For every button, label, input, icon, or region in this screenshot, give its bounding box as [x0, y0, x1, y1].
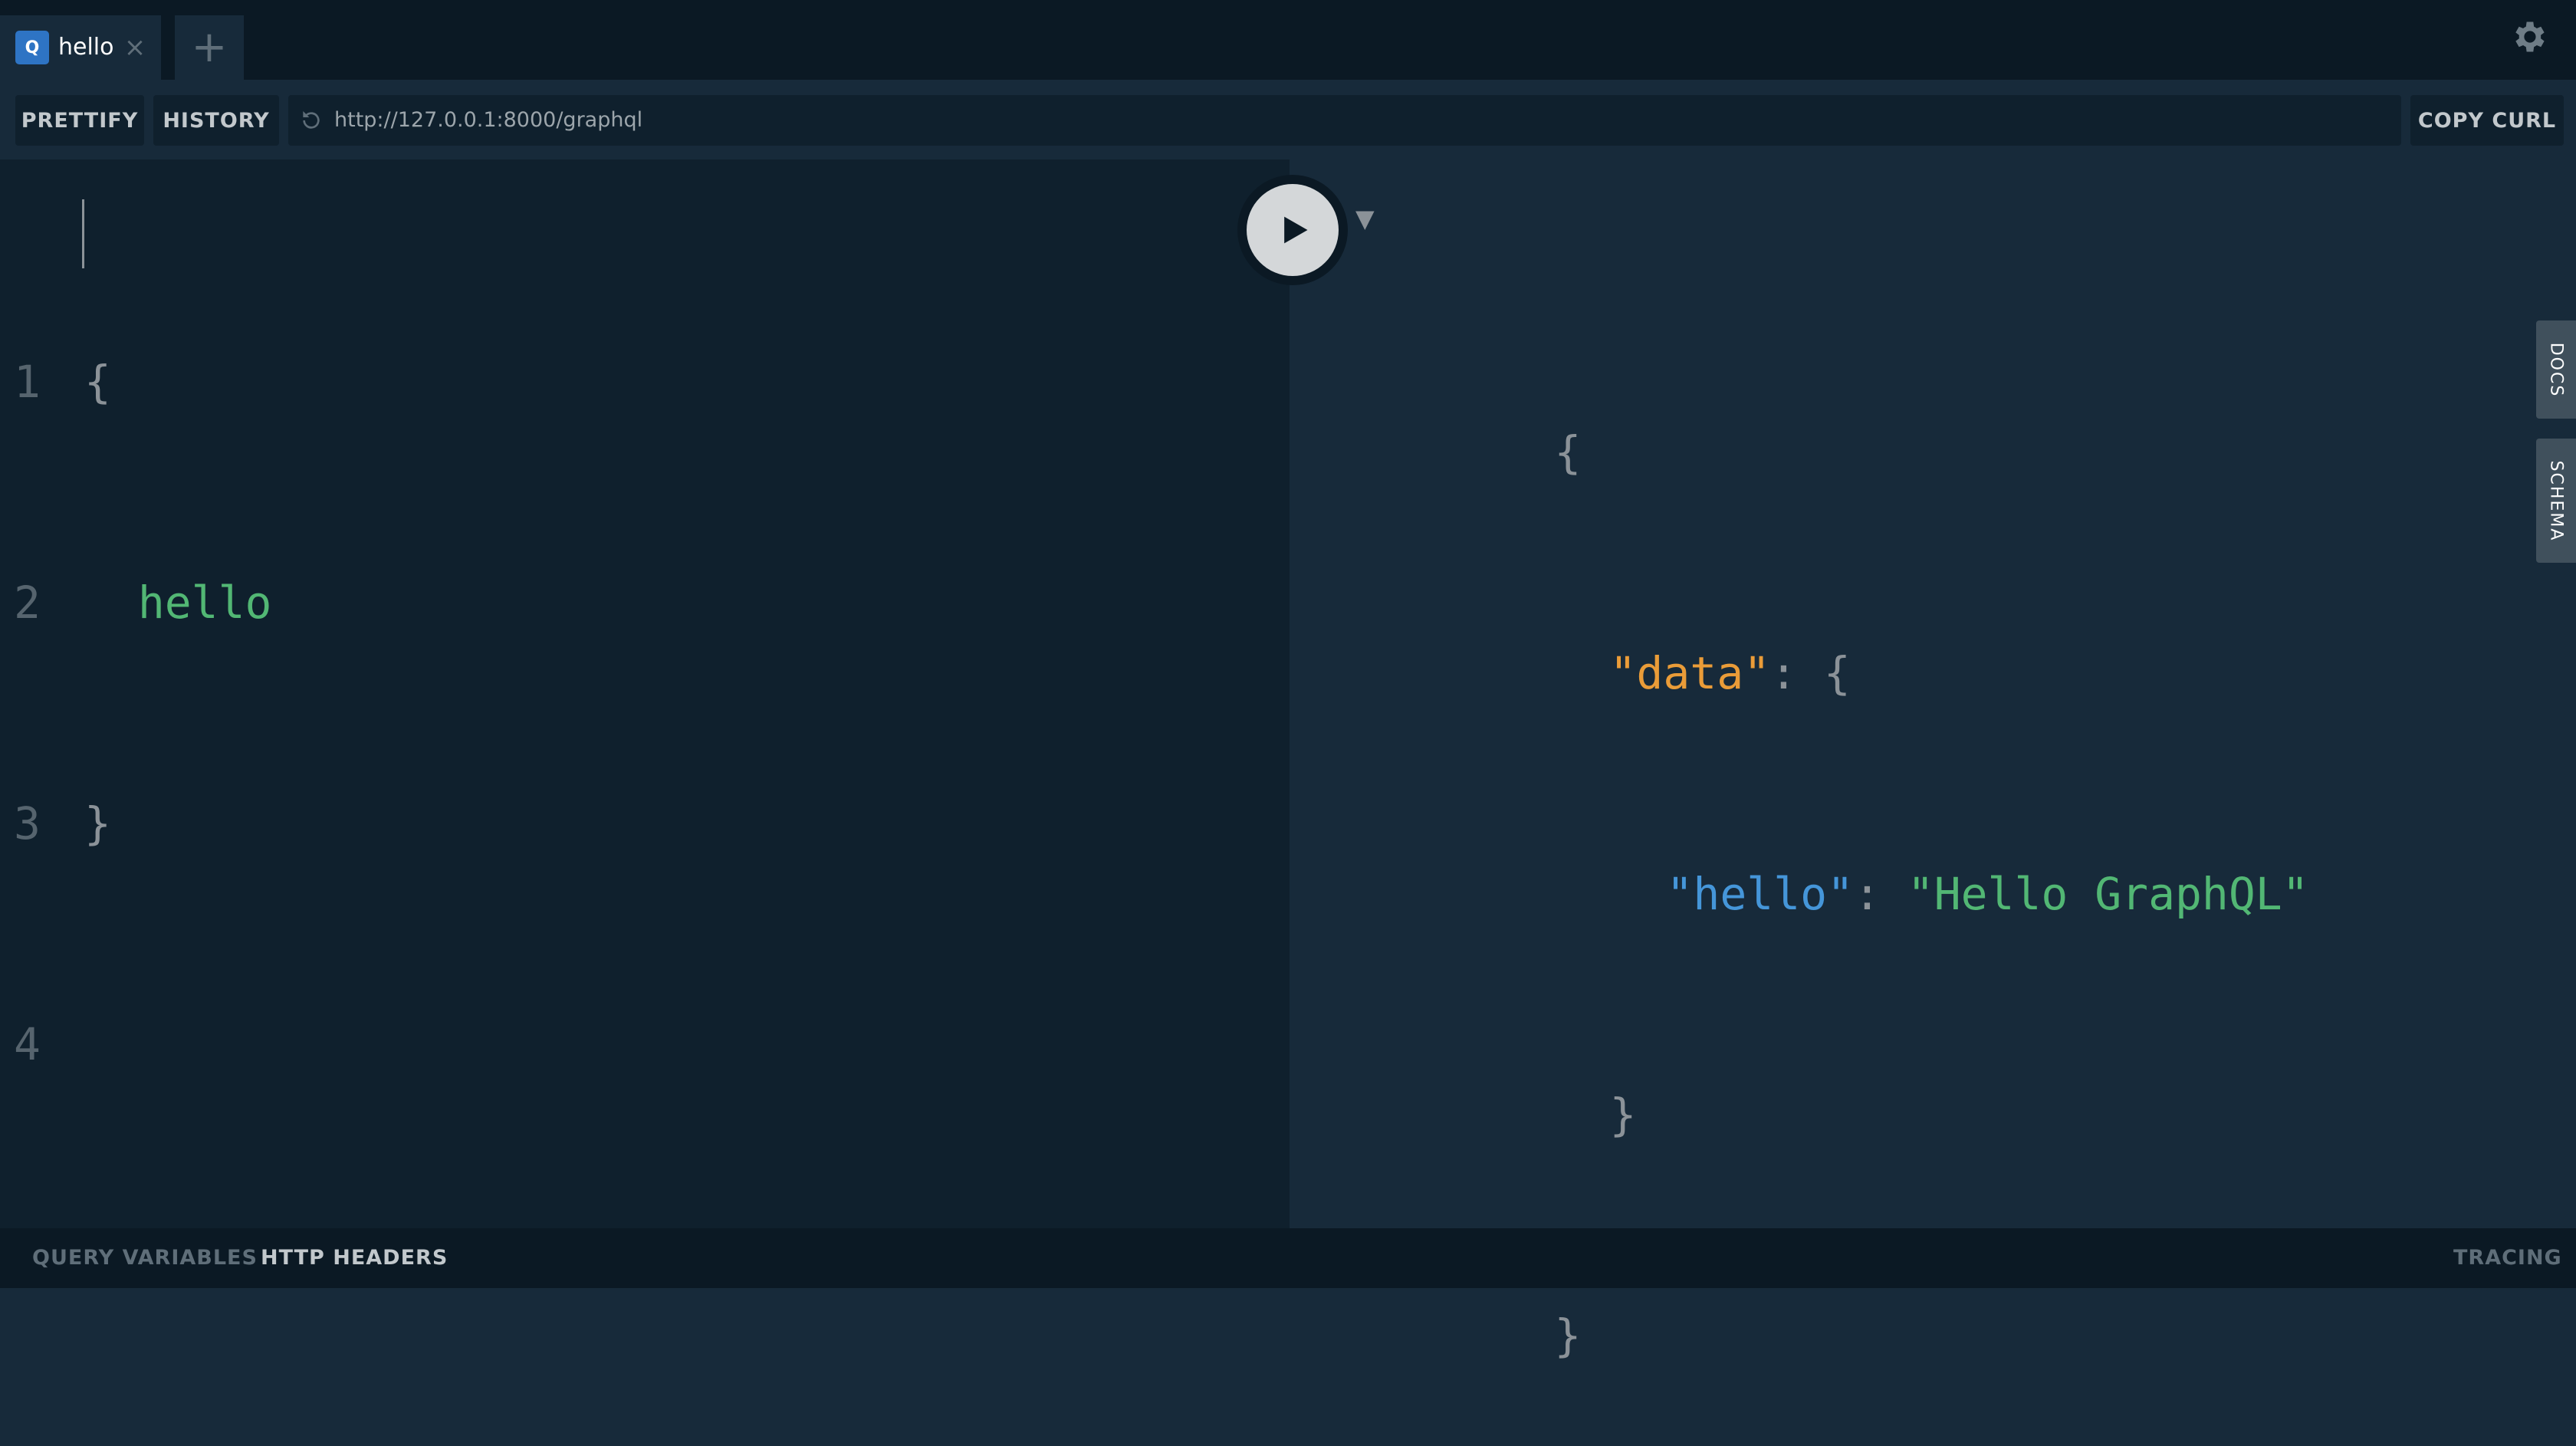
copy-curl-button[interactable]: COPY CURL — [2410, 95, 2564, 146]
query-editor[interactable]: 1 2 3 4 { hello } — [0, 159, 1290, 1228]
json-brace: { — [1554, 426, 1582, 478]
tab-bar: Q hello × + — [0, 0, 2576, 80]
prettify-button[interactable]: PRETTIFY — [15, 95, 144, 146]
line-number: 2 — [14, 577, 41, 629]
play-icon — [1284, 216, 1308, 244]
bottom-bar: QUERY VARIABLES HTTP HEADERS TRACING — [0, 1228, 2576, 1288]
json-string-value: "Hello GraphQL" — [1907, 868, 2309, 920]
json-brace: { — [1823, 647, 1851, 699]
tab-label: hello — [58, 34, 114, 61]
docs-tab[interactable]: DOCS — [2536, 320, 2576, 419]
result-line: "hello": "Hello GraphQL" — [1290, 784, 2309, 920]
line-number: 1 — [14, 356, 41, 408]
execute-query-button[interactable] — [1237, 175, 1348, 285]
code-line: { — [84, 356, 111, 408]
toolbar: PRETTIFY HISTORY http://127.0.0.1:8000/g… — [0, 80, 2576, 159]
line-number-gutter: 1 2 3 4 — [0, 198, 61, 1228]
json-key-data: "data" — [1609, 647, 1771, 699]
endpoint-url-text: http://127.0.0.1:8000/graphql — [334, 108, 643, 132]
json-colon: : — [1770, 647, 1824, 699]
json-brace: } — [1609, 1089, 1637, 1141]
result-line: "data": { — [1290, 563, 2309, 699]
line-number: 3 — [14, 797, 41, 850]
history-button[interactable]: HISTORY — [153, 95, 279, 146]
query-badge-icon: Q — [15, 31, 49, 64]
close-icon[interactable]: × — [121, 34, 149, 61]
json-brace: } — [1554, 1310, 1582, 1362]
schema-tab-label: SCHEMA — [2546, 460, 2566, 541]
docs-tab-label: DOCS — [2546, 342, 2566, 397]
run-button-face[interactable] — [1247, 184, 1339, 276]
result-line: } — [1290, 1004, 2309, 1141]
reload-icon[interactable] — [299, 108, 324, 133]
code-line: hello — [84, 577, 272, 629]
code-line: } — [84, 797, 111, 850]
line-number: 4 — [14, 1018, 41, 1070]
result-line: { — [1290, 342, 2309, 478]
query-variables-tab[interactable]: QUERY VARIABLES — [32, 1228, 258, 1288]
add-tab-button[interactable]: + — [175, 15, 244, 80]
tracing-tab[interactable]: TRACING — [2453, 1228, 2562, 1288]
result-viewer: { "data": { "hello": "Hello GraphQL" } } — [1290, 159, 2576, 1362]
endpoint-url-input[interactable]: http://127.0.0.1:8000/graphql — [288, 95, 2401, 146]
gear-icon[interactable] — [2509, 17, 2548, 57]
http-headers-tab[interactable]: HTTP HEADERS — [261, 1228, 448, 1288]
schema-tab[interactable]: SCHEMA — [2536, 439, 2576, 563]
json-key-hello: "hello" — [1666, 868, 1854, 920]
triangle-down-icon[interactable]: ▼ — [1355, 204, 1375, 233]
tab-hello[interactable]: Q hello × — [0, 15, 161, 80]
json-colon: : — [1853, 868, 1907, 920]
query-code[interactable]: { hello } — [84, 198, 271, 1228]
